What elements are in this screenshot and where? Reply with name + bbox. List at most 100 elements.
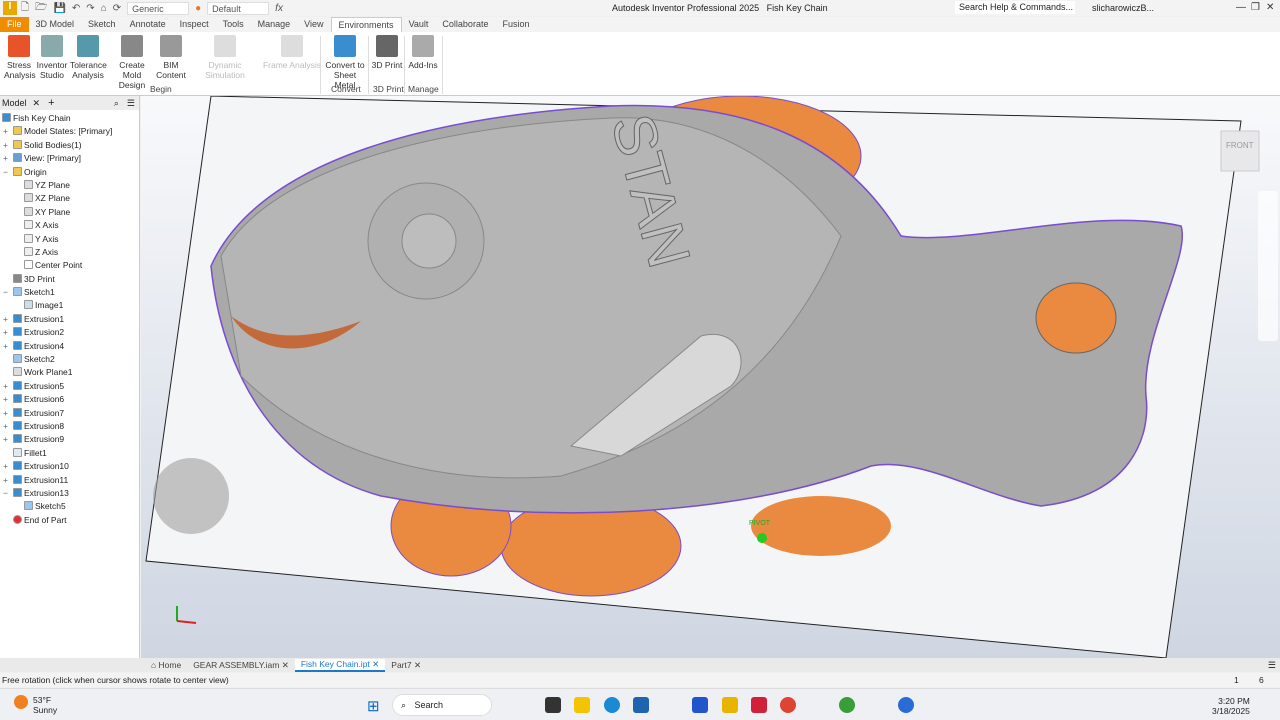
- tree-node[interactable]: − Origin: [0, 166, 139, 179]
- inventor-taskbar-icon[interactable]: [722, 697, 738, 713]
- tree-node[interactable]: Image1: [0, 299, 139, 312]
- help-search-input[interactable]: Search Help & Commands...: [955, 1, 1075, 14]
- tree-node[interactable]: + Extrusion10: [0, 460, 139, 473]
- tree-node[interactable]: + Extrusion8: [0, 420, 139, 433]
- tree-node[interactable]: + Extrusion11: [0, 474, 139, 487]
- tree-node[interactable]: + Solid Bodies(1): [0, 139, 139, 152]
- ribbon-button-inventor-studio[interactable]: Inventor Studio: [36, 35, 68, 80]
- tree-node[interactable]: End of Part: [0, 514, 139, 527]
- tab-sketch[interactable]: Sketch: [81, 17, 123, 32]
- menu-icon[interactable]: ☰: [127, 98, 135, 109]
- store-icon[interactable]: [633, 697, 649, 713]
- undo-icon[interactable]: ↶: [72, 3, 80, 14]
- navigation-bar[interactable]: [1258, 191, 1278, 341]
- doc-tab-part7[interactable]: Part7 ✕: [385, 660, 427, 671]
- ribbon-button-3d-print[interactable]: 3D Print: [371, 35, 403, 70]
- tree-node[interactable]: XZ Plane: [0, 192, 139, 205]
- chrome-icon[interactable]: [780, 697, 796, 713]
- 3d-viewport[interactable]: STAN PIVOT FRONT: [141, 96, 1280, 658]
- tree-node[interactable]: + Extrusion1: [0, 313, 139, 326]
- tree-node[interactable]: + Extrusion9: [0, 433, 139, 446]
- doc-menu-icon[interactable]: ☰: [1268, 660, 1276, 671]
- ribbon-button-stress-analysis[interactable]: Stress Analysis: [4, 35, 36, 80]
- inventor-logo[interactable]: I: [3, 1, 17, 15]
- close-button[interactable]: ✕: [1266, 2, 1274, 13]
- doc-tab-home[interactable]: ⌂ Home: [145, 660, 187, 670]
- maximize-button[interactable]: ❐: [1251, 2, 1260, 13]
- tree-node[interactable]: Fish Key Chain: [0, 112, 139, 125]
- open-icon[interactable]: 🗁: [35, 0, 47, 17]
- tree-node[interactable]: − Extrusion13: [0, 487, 139, 500]
- weather-icon[interactable]: [14, 695, 28, 709]
- expand-toggle[interactable]: +: [3, 340, 9, 353]
- taskbar-search[interactable]: ⌕ Search: [392, 694, 492, 716]
- tree-node[interactable]: + Extrusion6: [0, 393, 139, 406]
- chrome-profile-icon[interactable]: [839, 697, 855, 713]
- close-tab-icon[interactable]: ✕: [33, 98, 41, 109]
- viewcube[interactable]: FRONT: [1220, 130, 1260, 172]
- tree-node[interactable]: 3D Print: [0, 273, 139, 286]
- tree-node[interactable]: Sketch2: [0, 353, 139, 366]
- tree-node[interactable]: Sketch5: [0, 500, 139, 513]
- autocad-icon[interactable]: [751, 697, 767, 713]
- user-account[interactable]: slicharowiczB...: [1092, 3, 1154, 13]
- update-icon[interactable]: ⟳: [113, 3, 121, 14]
- doc-tab-fish-key-chain[interactable]: Fish Key Chain.ipt ✕: [294, 658, 386, 672]
- expand-toggle[interactable]: +: [3, 139, 9, 152]
- ribbon-button-convert-to-sheet-metal[interactable]: Convert to Sheet Metal: [324, 35, 366, 90]
- ribbon-button-frame-analysis[interactable]: Frame Analysis: [262, 35, 322, 70]
- appearance-icon[interactable]: ●: [195, 3, 201, 14]
- tab-manage[interactable]: Manage: [251, 17, 298, 32]
- ribbon-button-bim-content[interactable]: BIM Content: [155, 35, 187, 80]
- tab-3d-model[interactable]: 3D Model: [29, 17, 82, 32]
- tab-view[interactable]: View: [297, 17, 330, 32]
- expand-toggle[interactable]: −: [3, 487, 9, 500]
- expand-toggle[interactable]: +: [3, 326, 9, 339]
- tree-node[interactable]: + Extrusion2: [0, 326, 139, 339]
- browser-tab-model[interactable]: Model: [2, 98, 27, 108]
- expand-toggle[interactable]: +: [3, 433, 9, 446]
- expand-toggle[interactable]: −: [3, 166, 9, 179]
- tree-node[interactable]: Fillet1: [0, 447, 139, 460]
- expand-toggle[interactable]: +: [3, 420, 9, 433]
- expand-toggle[interactable]: +: [3, 474, 9, 487]
- revit-icon[interactable]: [692, 697, 708, 713]
- redo-icon[interactable]: ↷: [86, 3, 94, 14]
- home-icon[interactable]: ⌂: [101, 3, 107, 14]
- new-icon[interactable]: 🗋: [21, 0, 29, 17]
- expand-toggle[interactable]: +: [3, 460, 9, 473]
- tree-node[interactable]: Y Axis: [0, 233, 139, 246]
- tree-node[interactable]: + Extrusion5: [0, 380, 139, 393]
- fx-icon[interactable]: fx: [275, 3, 283, 14]
- expand-toggle[interactable]: +: [3, 407, 9, 420]
- tree-node[interactable]: + View: [Primary]: [0, 152, 139, 165]
- save-icon[interactable]: 💾: [53, 3, 65, 14]
- ribbon-button-create-mold-design[interactable]: Create Mold Design: [110, 35, 154, 90]
- minimize-button[interactable]: —: [1236, 2, 1246, 13]
- material-select[interactable]: Generic: [127, 1, 190, 15]
- start-button[interactable]: ⊞: [367, 697, 380, 715]
- fish-model[interactable]: STAN PIVOT FRONT: [141, 96, 1280, 658]
- tree-node[interactable]: + Model States: [Primary]: [0, 125, 139, 138]
- tree-node[interactable]: − Sketch1: [0, 286, 139, 299]
- clock[interactable]: 3:20 PM 3/18/2025: [1212, 696, 1250, 716]
- expand-toggle[interactable]: +: [3, 313, 9, 326]
- ribbon-button-dynamic-simulation[interactable]: Dynamic Simulation: [190, 35, 260, 80]
- tree-node[interactable]: + Extrusion7: [0, 407, 139, 420]
- tab-environments[interactable]: Environments: [330, 17, 402, 32]
- tab-inspect[interactable]: Inspect: [173, 17, 216, 32]
- tree-node[interactable]: XY Plane: [0, 206, 139, 219]
- tree-node[interactable]: Z Axis: [0, 246, 139, 259]
- expand-toggle[interactable]: +: [3, 393, 9, 406]
- tab-fusion[interactable]: Fusion: [495, 17, 536, 32]
- appearance-select[interactable]: Default: [207, 1, 270, 15]
- task-view-icon[interactable]: [545, 697, 561, 713]
- tab-tools[interactable]: Tools: [216, 17, 251, 32]
- tree-node[interactable]: X Axis: [0, 219, 139, 232]
- edge-icon[interactable]: [604, 697, 620, 713]
- search-icon[interactable]: ⌕: [114, 98, 119, 109]
- tab-collaborate[interactable]: Collaborate: [435, 17, 495, 32]
- expand-toggle[interactable]: −: [3, 286, 9, 299]
- ribbon-button-tolerance-analysis[interactable]: Tolerance Analysis: [70, 35, 107, 80]
- expand-toggle[interactable]: +: [3, 380, 9, 393]
